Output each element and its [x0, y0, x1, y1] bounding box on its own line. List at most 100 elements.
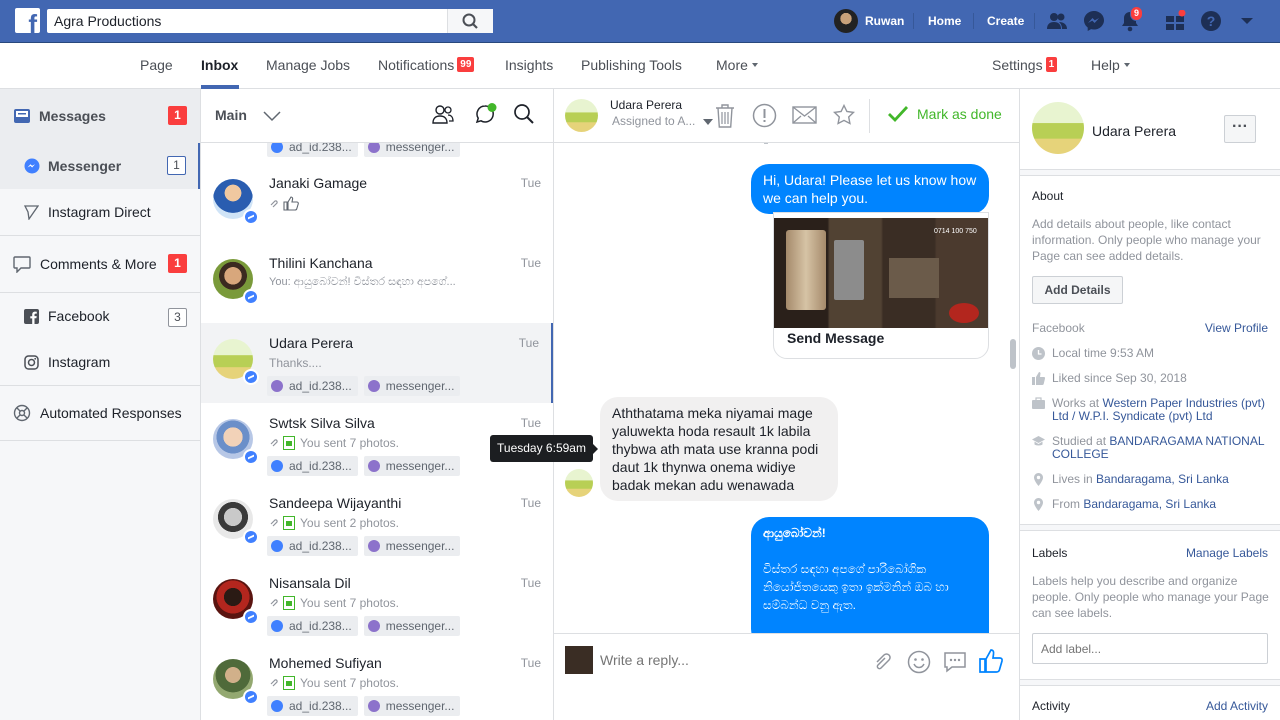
tag-chip[interactable]: messenger... [363, 616, 461, 636]
tab-manage-jobs[interactable]: Manage Jobs [266, 57, 350, 73]
profile-name: Ruwan [865, 14, 905, 28]
tab-help[interactable]: Help [1091, 57, 1130, 73]
thumbs-up-send-icon[interactable] [978, 648, 1004, 674]
account-menu-caret-icon[interactable] [1235, 9, 1259, 33]
messages-count-badge: 1 [168, 106, 187, 125]
tab-more[interactable]: More [716, 57, 758, 73]
attachment-icon[interactable] [872, 650, 894, 672]
search-button[interactable] [447, 9, 493, 33]
sidebar-item-facebook[interactable]: Facebook 3 [0, 293, 200, 339]
tag-chip[interactable]: ad_id.238... [267, 536, 358, 556]
conversation-snippet: Thanks.... [269, 356, 322, 370]
snippet-text: You sent 7 photos. [300, 676, 399, 690]
tab-notifications[interactable]: Notifications 99 [378, 57, 475, 73]
sidebar-item-automated-responses[interactable]: Automated Responses [0, 386, 200, 440]
stamp-seal [949, 303, 979, 323]
more-options-button[interactable]: ··· [1224, 115, 1256, 143]
tag-label: messenger... [385, 459, 455, 473]
create-link[interactable]: Create [987, 14, 1024, 28]
messenger-badge-icon [243, 689, 259, 705]
star-icon[interactable] [833, 104, 855, 126]
tab-settings[interactable]: Settings 1 [992, 57, 1058, 73]
tag-color-dot [271, 620, 283, 632]
send-message-cta[interactable]: Send Message [787, 330, 884, 346]
messenger-count: 1 [167, 156, 186, 175]
tag-chip[interactable]: messenger... [363, 536, 461, 556]
conversation-time: Tue [518, 336, 539, 350]
trash-icon[interactable] [714, 104, 736, 128]
sidebar-item-instagram-direct[interactable]: Instagram Direct [0, 189, 200, 235]
mark-as-done-button[interactable]: Mark as done [887, 105, 1002, 123]
conversation-item[interactable]: Janaki Gamage Tue [201, 163, 553, 243]
conversation-item[interactable]: Mohemed Sufiyan Tue You sent 7 photos. a… [201, 643, 553, 720]
conversation-time: Tue [520, 176, 541, 190]
message-attachment-card[interactable]: 0714 100 750 Send Message [773, 212, 989, 359]
send-arrow-icon [24, 204, 39, 220]
from-link[interactable]: Bandaragama, Sri Lanka [1083, 497, 1216, 511]
manage-labels-link[interactable]: Manage Labels [1186, 546, 1268, 560]
contact-avatar[interactable] [1032, 102, 1084, 154]
tag-chip[interactable]: messenger... [363, 456, 461, 476]
tag-chip[interactable]: ad_id.238... [267, 456, 358, 476]
chevron-down-icon[interactable] [263, 110, 281, 122]
labels-text: Labels help you describe and organize pe… [1032, 574, 1269, 620]
reply-input[interactable] [600, 650, 860, 670]
assigned-to-dropdown[interactable]: Assigned to A... [612, 114, 695, 128]
view-profile-link[interactable]: View Profile [1205, 321, 1268, 335]
messenger-icon[interactable] [1082, 9, 1106, 33]
search-input[interactable] [47, 9, 447, 33]
conversation-item[interactable]: Thilini Kanchana Tue You: ආයුබෝවන්! විස්… [201, 243, 553, 323]
filter-dropdown[interactable]: Main [215, 107, 247, 123]
sidebar-item-label: Facebook [48, 308, 110, 324]
chat-contact-name[interactable]: Udara Perera [610, 98, 682, 112]
tag-chip[interactable]: messenger... [363, 696, 461, 716]
tag-label: ad_id.238... [289, 539, 352, 553]
emoji-icon[interactable] [907, 650, 931, 674]
tag-chip[interactable]: messenger... [363, 376, 461, 396]
search-icon[interactable] [513, 103, 535, 125]
notifications-bell-icon[interactable]: 9 [1118, 6, 1144, 33]
sidebar-item-messenger[interactable]: Messenger 1 [0, 143, 200, 189]
people-icon[interactable] [431, 104, 455, 124]
tag-label: messenger... [385, 539, 455, 553]
tab-insights[interactable]: Insights [505, 57, 553, 73]
add-label-input[interactable] [1032, 633, 1268, 664]
friend-requests-icon[interactable] [1045, 9, 1069, 33]
conversation-name: Nisansala Dil [269, 575, 351, 591]
tag-chip[interactable]: ad_id.238... [267, 616, 358, 636]
home-link[interactable]: Home [928, 14, 961, 28]
add-details-button[interactable]: Add Details [1032, 276, 1123, 304]
sidebar-item-comments[interactable]: Comments & More 1 [0, 236, 200, 292]
spam-alert-icon[interactable] [752, 103, 777, 128]
profile-link[interactable]: Ruwan [834, 9, 904, 33]
unread-chat-icon[interactable] [474, 102, 498, 126]
conversation-tags: ad_id.238... messenger... [267, 616, 461, 636]
labels-title: Labels [1032, 546, 1068, 560]
contact-name[interactable]: Udara Perera [1092, 123, 1176, 139]
quick-help-icon[interactable] [1163, 9, 1187, 33]
tab-inbox[interactable]: Inbox [201, 57, 238, 73]
envelope-icon[interactable] [792, 106, 817, 124]
add-activity-link[interactable]: Add Activity [1206, 699, 1268, 713]
tab-notifications-label: Notifications [378, 57, 455, 73]
conversation-tags: ad_id.238... messenger... [267, 376, 461, 396]
sidebar-item-instagram[interactable]: Instagram [0, 339, 200, 385]
conversation-item-selected[interactable]: Udara Perera Tue Thanks.... ad_id.238...… [201, 323, 553, 403]
tab-page[interactable]: Page [140, 57, 173, 73]
tag-chip[interactable]: ad_id.238... [267, 376, 358, 396]
caret-down-icon[interactable] [703, 119, 713, 125]
chat-scrollbar[interactable] [1010, 339, 1016, 369]
message-greeting: ආයුබෝවන්! [763, 526, 826, 540]
sidebar-item-messages[interactable]: Messages 1 [0, 89, 200, 143]
conversation-item[interactable]: Sandeepa Wijayanthi Tue You sent 2 photo… [201, 483, 553, 563]
saved-replies-icon[interactable] [943, 650, 967, 674]
help-icon[interactable]: ? [1199, 9, 1223, 33]
conversation-time: Tue [520, 416, 541, 430]
lives-link[interactable]: Bandaragama, Sri Lanka [1096, 472, 1229, 486]
product-box [889, 258, 939, 298]
conversation-item[interactable]: Nisansala Dil Tue You sent 7 photos. ad_… [201, 563, 553, 643]
inbox-sidebar: Messages 1 Messenger 1 Instagram Direct … [0, 89, 201, 720]
facebook-logo-icon[interactable]: f [15, 8, 40, 33]
tab-publishing-tools[interactable]: Publishing Tools [581, 57, 682, 73]
tag-chip[interactable]: ad_id.238... [267, 696, 358, 716]
